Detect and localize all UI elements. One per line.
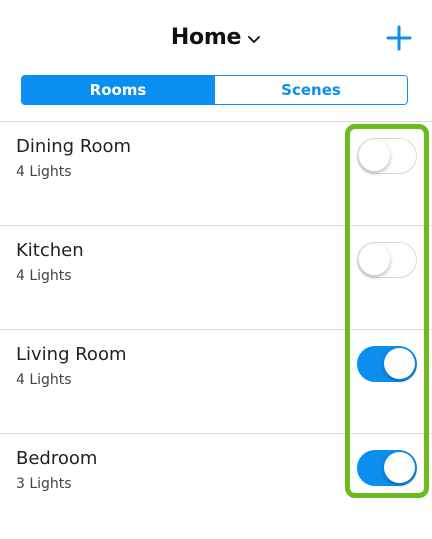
- room-row-dining-room[interactable]: Dining Room 4 Lights: [0, 121, 432, 225]
- chevron-down-icon: [248, 35, 260, 43]
- room-name: Kitchen: [16, 240, 84, 261]
- room-row-bedroom[interactable]: Bedroom 3 Lights: [0, 433, 432, 537]
- toggle-knob: [359, 140, 390, 171]
- room-light-count: 4 Lights: [16, 164, 72, 180]
- room-light-count: 4 Lights: [16, 268, 72, 284]
- bedroom-toggle[interactable]: [357, 450, 417, 486]
- rooms-scenes-switcher: Rooms Scenes: [21, 75, 408, 105]
- kitchen-toggle[interactable]: [357, 242, 417, 278]
- room-light-count: 4 Lights: [16, 372, 72, 388]
- room-list: Dining Room 4 Lights Kitchen 4 Lights Li…: [0, 121, 432, 537]
- dining-room-toggle[interactable]: [357, 138, 417, 174]
- tab-scenes[interactable]: Scenes: [214, 76, 407, 104]
- room-name: Dining Room: [16, 136, 132, 157]
- room-light-count: 3 Lights: [16, 476, 72, 492]
- room-row-living-room[interactable]: Living Room 4 Lights: [0, 329, 432, 433]
- home-screen: Home Rooms Scenes Dining Room 4 Lights K…: [0, 0, 432, 539]
- toggle-knob: [384, 348, 415, 379]
- tab-rooms[interactable]: Rooms: [22, 76, 214, 104]
- toggle-knob: [359, 244, 390, 275]
- page-title: Home: [170, 24, 242, 50]
- toggle-knob: [384, 452, 415, 483]
- plus-icon[interactable]: [386, 25, 412, 51]
- room-name: Bedroom: [16, 448, 98, 469]
- header: Home: [0, 0, 432, 70]
- room-name: Living Room: [16, 344, 127, 365]
- room-row-kitchen[interactable]: Kitchen 4 Lights: [0, 225, 432, 329]
- home-selector[interactable]: Home: [0, 22, 432, 52]
- living-room-toggle[interactable]: [357, 346, 417, 382]
